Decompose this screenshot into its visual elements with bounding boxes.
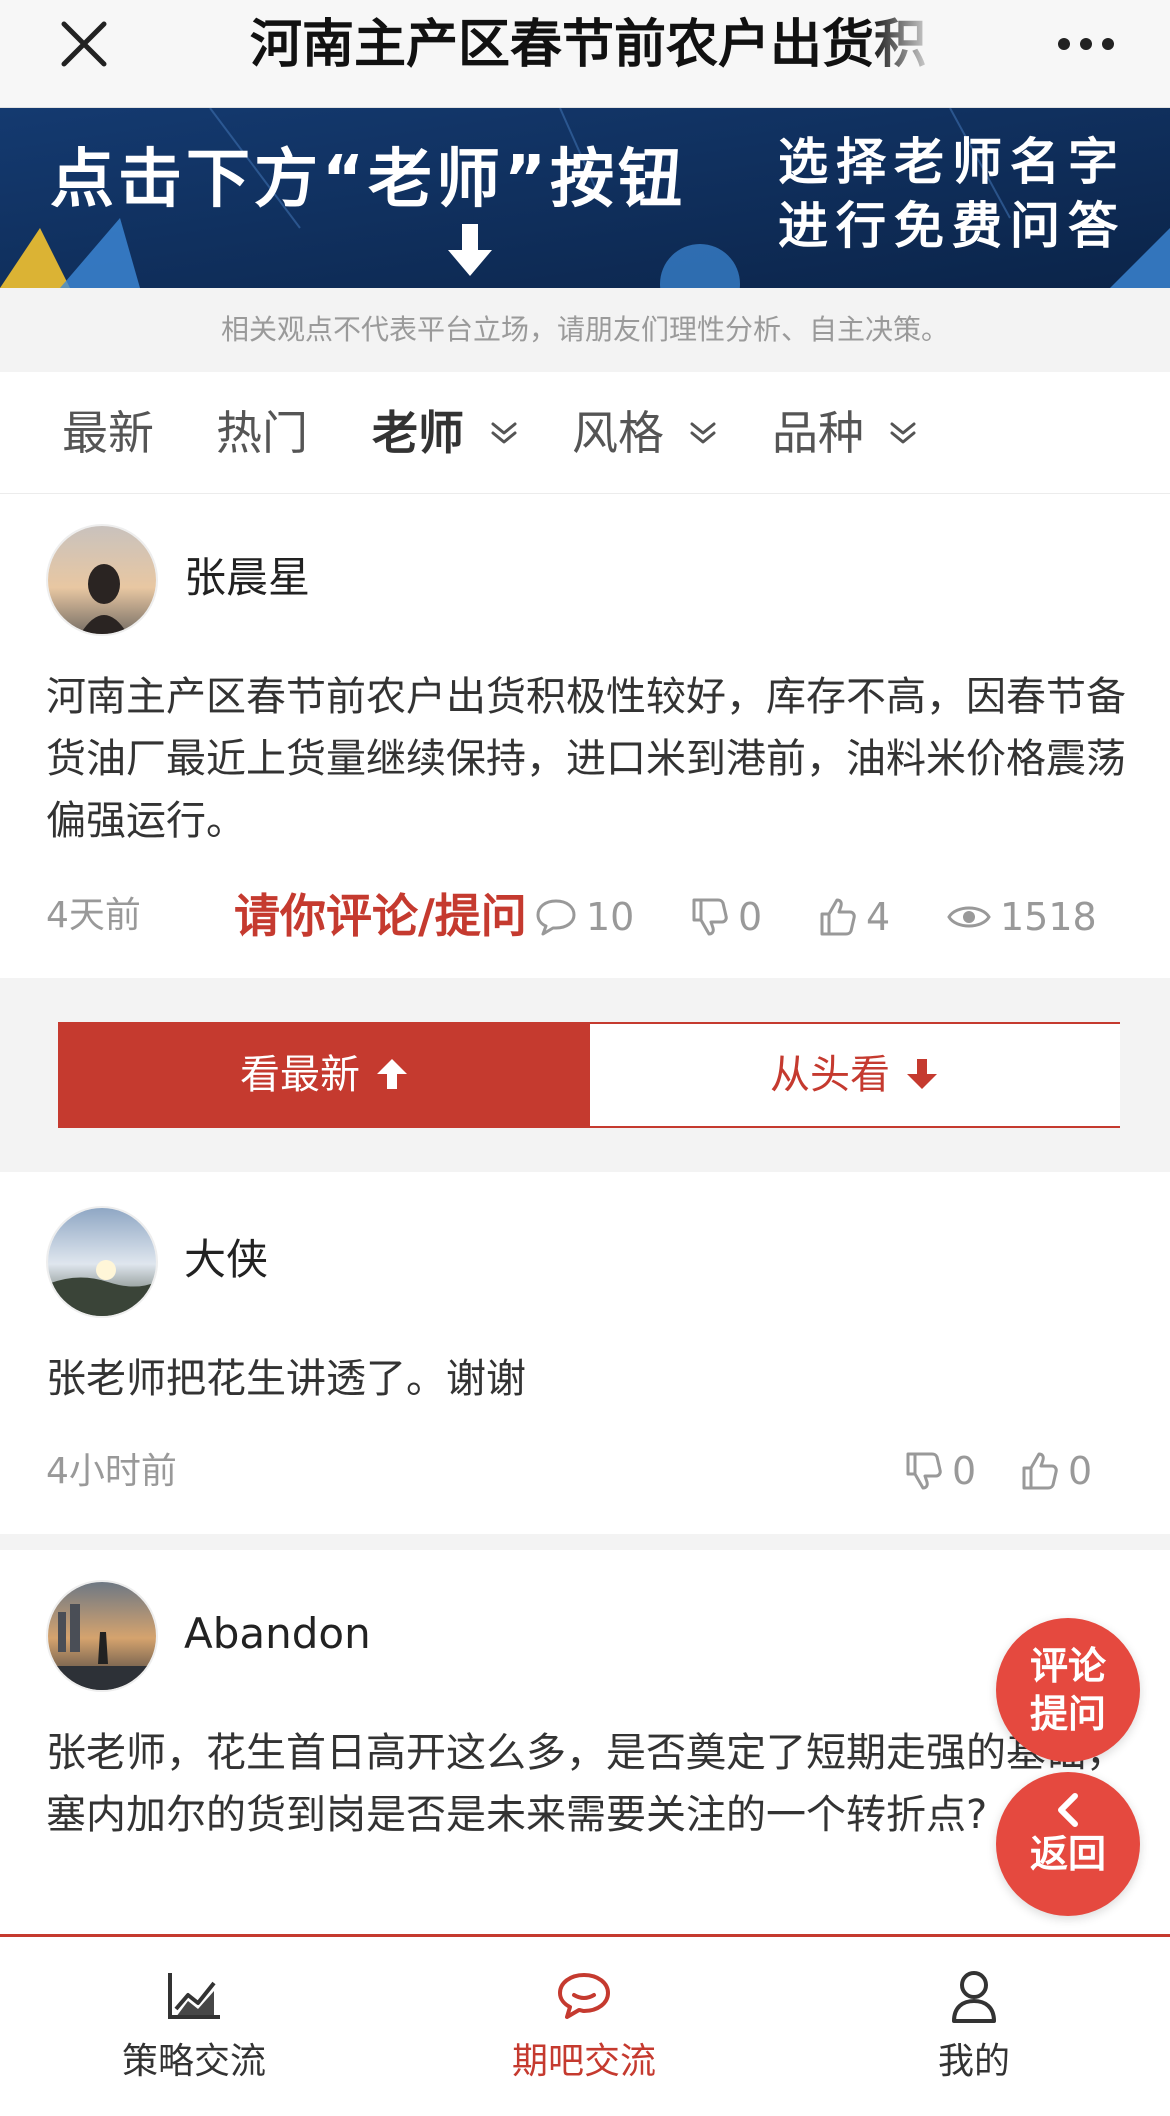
like-count: 4 [866, 895, 891, 939]
filter-tabs: 最新 热门 老师 风格 品种 [0, 372, 1170, 494]
comment-ask-fab[interactable]: 评论 提问 [996, 1618, 1140, 1762]
tab-hot[interactable]: 热门 [216, 372, 308, 494]
comment-content: 张老师把花生讲透了。谢谢 [46, 1356, 526, 1402]
tab-label: 品种 [772, 406, 864, 460]
eye-icon [947, 906, 991, 927]
comment-author[interactable]: 大侠 [184, 1232, 268, 1288]
tab-label: 最新 [62, 406, 154, 460]
comment-count-value: 10 [586, 895, 635, 939]
page-title: 河南主产区春节前农户出货积 [250, 15, 927, 75]
sort-toggle: 看最新 从头看 [58, 1022, 1120, 1128]
view-count-value: 1518 [1000, 895, 1097, 939]
double-chevron-down-icon [890, 422, 916, 443]
close-icon[interactable] [56, 16, 112, 72]
dislike-count: 0 [738, 895, 763, 939]
comment-content: 张老师，花生首日高开这么多，是否奠定了短期走强的基础，塞内加尔的货到岗是否是未来… [46, 1730, 1126, 1838]
more-icon[interactable] [1054, 16, 1118, 72]
fab-label-line1: 评论 [1029, 1644, 1106, 1688]
dislike-button[interactable]: 0 [690, 892, 762, 942]
arrow-down-icon [907, 1059, 937, 1089]
thumbs-down-icon [692, 898, 728, 935]
avatar[interactable] [46, 1580, 158, 1692]
chat-bubble-icon [558, 1973, 610, 2019]
avatar[interactable] [46, 524, 158, 636]
nav-label: 期吧交流 [511, 2041, 656, 2082]
bottom-navigation: 策略交流 期吧交流 我的 [0, 1934, 1170, 2116]
post-author[interactable]: 张晨星 [184, 550, 310, 606]
user-icon [952, 1971, 996, 2023]
nav-item-mine[interactable]: 我的 [824, 1937, 1124, 2116]
dislike-button[interactable]: 0 [904, 1446, 976, 1496]
tab-label: 热门 [216, 406, 308, 460]
tab-style[interactable]: 风格 [572, 372, 717, 494]
back-label: 返回 [1029, 1832, 1106, 1876]
top-navigation-bar: 河南主产区春节前农户出货积 [0, 0, 1170, 108]
banner-subtext-line1: 选择老师名字 [778, 133, 1126, 191]
comment-author[interactable]: Abandon [184, 1606, 371, 1662]
chevron-left-icon [1058, 1793, 1078, 1827]
comment-icon [536, 899, 576, 935]
banner-subtext: 选择老师名字 进行免费问答 [778, 130, 1126, 258]
nav-item-forum[interactable]: 期吧交流 [434, 1937, 734, 2116]
post-time: 4天前 [46, 895, 141, 936]
arrow-up-icon [377, 1059, 407, 1089]
double-chevron-down-icon [491, 422, 517, 443]
avatar[interactable] [46, 1206, 158, 1318]
thumbs-down-icon [906, 1452, 942, 1489]
double-chevron-down-icon [690, 422, 716, 443]
tab-variety[interactable]: 品种 [772, 372, 917, 494]
banner-subtext-line2: 进行免费问答 [778, 197, 1126, 255]
promo-banner[interactable]: 点击下方“老师”按钮 选择老师名字 进行免费问答 [0, 108, 1170, 288]
post-content: 河南主产区春节前农户出货积极性较好，库存不高，因春节备货油厂最近上货量继续保持，… [46, 674, 1126, 844]
view-latest-label: 看最新 [240, 1052, 360, 1098]
avatar-image [48, 1582, 156, 1690]
view-count: 1518 [946, 892, 1097, 942]
thumbs-up-icon [820, 898, 856, 935]
back-fab[interactable]: 返回 [996, 1772, 1140, 1916]
nav-item-strategy[interactable]: 策略交流 [44, 1937, 344, 2116]
tab-teacher[interactable]: 老师 [372, 372, 518, 494]
tab-latest[interactable]: 最新 [62, 372, 154, 494]
banner-headline: 点击下方“老师”按钮 [50, 143, 687, 217]
nav-label: 我的 [937, 2041, 1010, 2082]
like-button[interactable]: 4 [818, 892, 890, 942]
comment-count[interactable]: 10 [534, 892, 634, 942]
thumbs-up-icon [1022, 1452, 1058, 1489]
comment-time: 4小时前 [46, 1451, 177, 1492]
trend-chart-icon [168, 1973, 220, 2019]
disclaimer-text: 相关观点不代表平台立场，请朋友们理性分析、自主决策。 [0, 288, 1170, 372]
view-from-start-button[interactable]: 从头看 [590, 1024, 1120, 1126]
nav-label: 策略交流 [121, 2041, 266, 2082]
fab-label-line2: 提问 [1029, 1692, 1106, 1736]
like-button[interactable]: 0 [1020, 1446, 1092, 1496]
title-fade [870, 10, 940, 80]
tab-label: 老师 [372, 406, 464, 460]
like-count: 0 [1068, 1449, 1093, 1493]
view-from-start-label: 从头看 [770, 1052, 890, 1098]
comment-ask-link[interactable]: 请你评论/提问 [234, 888, 527, 944]
section-divider [0, 1534, 1170, 1550]
dislike-count: 0 [952, 1449, 977, 1493]
avatar-image [48, 1208, 156, 1316]
tab-label: 风格 [572, 406, 664, 460]
view-latest-button[interactable]: 看最新 [60, 1024, 590, 1126]
arrow-down-icon [448, 224, 492, 276]
avatar-image [48, 526, 156, 634]
